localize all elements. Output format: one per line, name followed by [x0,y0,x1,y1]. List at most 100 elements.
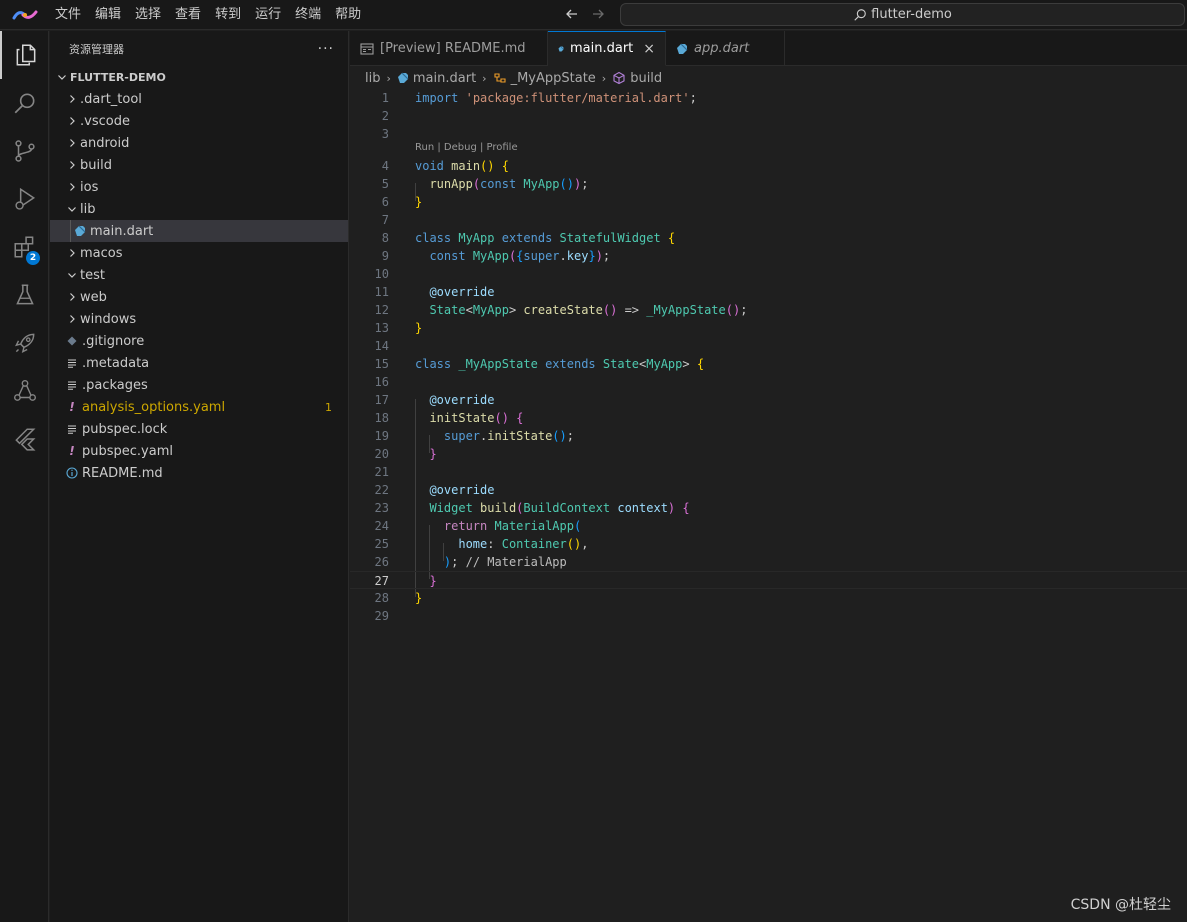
close-icon[interactable]: × [643,41,655,57]
run-debug-activity[interactable] [0,175,49,223]
tree-folder-dart-tool[interactable]: .dart_tool [50,88,348,110]
tab-app-dart[interactable]: app.dart [666,31,785,66]
deploy-activity[interactable] [0,319,49,367]
tree-file-pubspec-lock[interactable]: pubspec.lock [50,418,348,440]
line-number: 22 [374,483,389,497]
flutter-icon [14,428,35,451]
code-text: } [415,195,423,209]
tree-folder-vscode[interactable]: .vscode [50,110,348,132]
extensions-activity[interactable]: 2 [0,223,49,271]
line-number: 24 [374,519,389,533]
code-editor[interactable]: 1 import 'package:flutter/material.dart';… [350,89,1187,922]
back-arrow-icon[interactable] [564,6,580,22]
tree-file-packages[interactable]: .packages [50,374,348,396]
rocket-icon [14,333,34,353]
tree-file-analysis-options[interactable]: ! analysis_options.yaml 1 [50,396,348,418]
tree-label: test [80,267,105,283]
tree-folder-ios[interactable]: ios [50,176,348,198]
line-number: 3 [381,127,389,141]
tree-file-main-dart[interactable]: main.dart [50,220,348,242]
tree-folder-build[interactable]: build [50,154,348,176]
breadcrumb-method[interactable]: build [630,71,662,86]
codelens-run-debug-profile[interactable]: Run | Debug | Profile [415,142,518,153]
navigation-controls [564,6,606,22]
code-line: 26 ); // MaterialApp [350,553,1187,571]
tree-label: pubspec.yaml [82,443,173,459]
code-text: @override [429,285,495,299]
code-text: State<MyApp> createState() => _MyAppStat… [429,303,748,317]
line-number: 9 [381,249,389,263]
tree-label: .dart_tool [80,91,142,107]
more-actions-icon[interactable]: ··· [318,41,334,57]
breadcrumb-class[interactable]: _MyAppState [511,71,596,86]
tree-folder-macos[interactable]: macos [50,242,348,264]
line-number: 8 [381,231,389,245]
tree-folder-test[interactable]: test [50,264,348,286]
code-line: 20 } [350,445,1187,463]
tree-label: lib [80,201,96,217]
code-text: home: Container(), [458,537,589,551]
menu-help[interactable]: 帮助 [328,0,368,30]
workspace-root-label: FLUTTER-DEMO [70,70,166,84]
chevron-right-icon [64,157,80,173]
tree-file-gitignore[interactable]: .gitignore [50,330,348,352]
tab-main-dart[interactable]: main.dart × [548,31,666,66]
menu-run[interactable]: 运行 [248,0,288,30]
menu-selection[interactable]: 选择 [128,0,168,30]
extensions-badge: 2 [26,251,40,265]
forward-arrow-icon[interactable] [590,6,606,22]
tree-folder-lib[interactable]: lib [50,198,348,220]
chevron-right-icon [64,91,80,107]
line-number: 7 [381,213,389,227]
tree-label: analysis_options.yaml [82,399,226,415]
menu-edit[interactable]: 编辑 [88,0,128,30]
testing-activity[interactable] [0,271,49,319]
code-line: 13} [350,319,1187,337]
tree-file-pubspec-yaml[interactable]: ! pubspec.yaml [50,440,348,462]
explorer-activity[interactable] [0,31,49,79]
command-center-search[interactable]: flutter-demo [620,3,1185,26]
graph-nodes-icon [13,380,36,401]
line-number: 21 [374,465,389,479]
dart-file-icon [558,45,564,51]
menu-go[interactable]: 转到 [208,0,248,30]
code-text: runApp(const MyApp()); [429,177,589,191]
tab-readme-preview[interactable]: [Preview] README.md [350,31,548,66]
app-logo-icon [12,10,38,19]
chevron-right-icon [64,311,80,327]
tree-folder-web[interactable]: web [50,286,348,308]
tree-file-readme[interactable]: README.md [50,462,348,484]
dependencies-activity[interactable] [0,367,49,415]
code-text: } [429,574,437,588]
code-line: 24 return MaterialApp( [350,517,1187,535]
tree-label: ios [80,179,99,195]
chevron-right-icon: › [482,71,487,85]
command-center-label: flutter-demo [871,7,952,22]
line-number: 14 [374,339,389,353]
flutter-activity[interactable] [0,415,49,463]
menu-view[interactable]: 查看 [168,0,208,30]
line-number: 29 [374,609,389,623]
line-number: 23 [374,501,389,515]
source-control-activity[interactable] [0,127,49,175]
breadcrumb-file[interactable]: main.dart [413,71,476,86]
tree-file-metadata[interactable]: .metadata [50,352,348,374]
code-line: 8 class MyApp extends StatefulWidget { [350,229,1187,247]
tree-folder-android[interactable]: android [50,132,348,154]
line-number: 1 [381,91,389,105]
chevron-right-icon: › [601,71,607,85]
tree-label: .metadata [82,355,150,371]
menu-terminal[interactable]: 终端 [288,0,328,30]
chevron-right-icon [64,289,80,305]
search-activity[interactable] [0,79,49,127]
breadcrumb-folder[interactable]: lib [365,71,380,86]
chevron-down-icon [64,267,80,283]
explorer-sidebar: 资源管理器 ··· FLUTTER-DEMO .dart_tool .vscod… [50,31,349,922]
line-number: 12 [374,303,389,317]
workspace-root[interactable]: FLUTTER-DEMO [50,66,348,88]
line-number: 19 [374,429,389,443]
tree-label: windows [80,311,137,327]
activity-bar: 2 [0,31,49,922]
tree-folder-windows[interactable]: windows [50,308,348,330]
menu-file[interactable]: 文件 [48,0,88,30]
